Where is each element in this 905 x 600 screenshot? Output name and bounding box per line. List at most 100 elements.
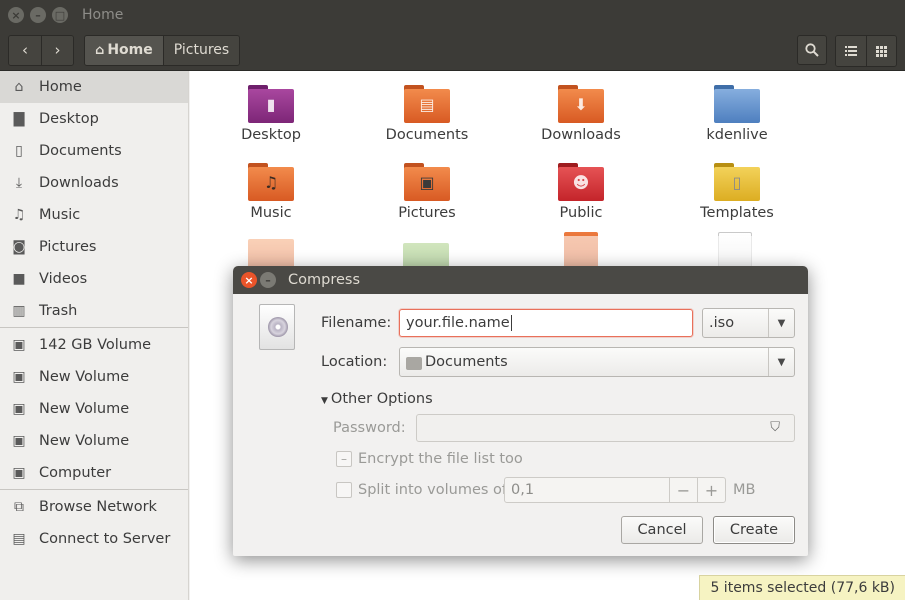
folder-downloads[interactable]: ⬇ Downloads: [521, 85, 641, 143]
folder-templates[interactable]: ▯ Templates: [677, 163, 797, 221]
breadcrumb: ⌂ Home Pictures: [84, 34, 241, 66]
other-options-label: Other Options: [330, 391, 433, 407]
camera-icon: ◙: [12, 239, 26, 255]
toolbar: ‹ › ⌂ Home Pictures: [0, 30, 905, 71]
password-label: Password:: [333, 420, 406, 436]
minus-button[interactable]: −: [669, 478, 697, 502]
split-size-value: 0,1: [511, 482, 535, 498]
folder-public[interactable]: ☻ Public: [521, 163, 641, 221]
sidebar-item-pictures[interactable]: ◙ Pictures: [0, 231, 188, 263]
home-icon: ⌂: [95, 42, 105, 58]
sidebar-item-home[interactable]: ⌂ Home: [0, 71, 188, 103]
desktop-icon: ▇: [13, 111, 25, 127]
split-unit-label: MB: [733, 482, 756, 498]
folder-pictures[interactable]: ▣ Pictures: [367, 163, 487, 221]
sidebar-item-browse-network[interactable]: ⧉ Browse Network: [0, 491, 188, 523]
download-icon: ⤓: [15, 175, 23, 191]
sidebar-item-label: New Volume: [39, 401, 130, 417]
folder-label: Templates: [700, 205, 774, 221]
breadcrumb-home[interactable]: ⌂ Home: [85, 35, 163, 65]
folder-icon: ▯: [714, 163, 760, 201]
folder-icon: ▤: [404, 85, 450, 123]
navigation-buttons: ‹ ›: [8, 34, 74, 66]
sidebar-item-documents[interactable]: ▯ Documents: [0, 135, 188, 167]
chevron-down-icon: ▼: [768, 309, 794, 337]
server-icon: ▤: [12, 531, 26, 547]
folder-music[interactable]: ♫ Music: [211, 163, 331, 221]
folder-label: Desktop: [241, 127, 301, 143]
sidebar-item-142gb-volume[interactable]: ▣ 142 GB Volume: [0, 329, 188, 361]
filename-label: Filename:: [321, 315, 392, 331]
back-button[interactable]: ‹: [9, 35, 41, 65]
sidebar-item-label: New Volume: [39, 433, 130, 449]
sidebar-item-connect-to-server[interactable]: ▤ Connect to Server: [0, 523, 188, 555]
folder-icon: ⬇: [558, 85, 604, 123]
drive-icon: ▣: [12, 369, 26, 385]
folder-label: Downloads: [541, 127, 621, 143]
chevron-down-icon: ▼: [768, 348, 794, 376]
network-icon: ⧉: [14, 499, 24, 515]
breadcrumb-pictures[interactable]: Pictures: [162, 35, 240, 65]
encrypt-checkbox[interactable]: –: [336, 451, 352, 467]
plus-button[interactable]: +: [697, 478, 725, 502]
window-titlebar: × – □ Home: [0, 0, 905, 30]
forward-button[interactable]: ›: [41, 35, 73, 65]
dialog-close-button[interactable]: ×: [241, 272, 257, 288]
folder-desktop[interactable]: ▮ Desktop: [211, 85, 331, 143]
folder-icon: ☻: [558, 163, 604, 201]
split-size-stepper[interactable]: 0,1 − +: [504, 477, 726, 503]
shield-icon: ⛉: [770, 420, 780, 435]
trash-icon: ▥: [12, 303, 26, 319]
split-checkbox[interactable]: [336, 482, 352, 498]
close-window-button[interactable]: ×: [8, 7, 24, 23]
minimize-window-button[interactable]: –: [30, 7, 46, 23]
location-value: Documents: [425, 354, 508, 370]
other-options-expander[interactable]: ▼ Other Options: [321, 391, 433, 407]
drive-icon: ▣: [12, 337, 26, 353]
folder-kdenlive[interactable]: kdenlive: [677, 85, 797, 143]
folder-documents[interactable]: ▤ Documents: [367, 85, 487, 143]
toolbar-right: [797, 35, 897, 67]
sidebar-item-new-volume-2[interactable]: ▣ New Volume: [0, 393, 188, 425]
encrypt-label: Encrypt the file list too: [358, 451, 523, 467]
location-select[interactable]: Documents ▼: [399, 347, 795, 377]
chevron-right-icon: ›: [54, 41, 61, 59]
dialog-titlebar: × – Compress: [233, 266, 808, 294]
filename-input[interactable]: your.file.name: [399, 309, 693, 337]
dialog-title: Compress: [288, 272, 360, 288]
password-input[interactable]: ⛉: [416, 414, 795, 442]
search-button[interactable]: [797, 35, 827, 65]
view-toggle: [835, 35, 897, 67]
sidebar-item-new-volume-1[interactable]: ▣ New Volume: [0, 361, 188, 393]
filename-value: your.file.name: [406, 315, 510, 331]
list-icon: [845, 46, 857, 56]
cancel-button[interactable]: Cancel: [621, 516, 703, 544]
sidebar-item-label: Trash: [39, 303, 78, 319]
dash-icon: –: [341, 452, 347, 466]
breadcrumb-pictures-label: Pictures: [173, 42, 230, 58]
create-button[interactable]: Create: [713, 516, 795, 544]
list-view-button[interactable]: [836, 36, 866, 66]
extension-select[interactable]: .iso ▼: [702, 308, 795, 338]
window-title: Home: [82, 7, 124, 23]
sidebar-item-trash[interactable]: ▥ Trash: [0, 295, 188, 327]
music-icon: ♫: [12, 207, 26, 223]
drive-icon: ▣: [12, 465, 26, 481]
sidebar-item-label: Videos: [39, 271, 88, 287]
selection-status: 5 items selected (77,6 kB): [699, 575, 905, 600]
sidebar-item-computer[interactable]: ▣ Computer: [0, 457, 188, 489]
location-label: Location:: [321, 354, 388, 370]
sidebar-item-videos[interactable]: ■ Videos: [0, 263, 188, 295]
folder-icon: ♫: [248, 163, 294, 201]
drive-icon: ▣: [12, 401, 26, 417]
folder-icon: [714, 85, 760, 123]
sidebar-item-new-volume-3[interactable]: ▣ New Volume: [0, 425, 188, 457]
folder-icon: ▮: [248, 85, 294, 123]
sidebar-item-label: Downloads: [39, 175, 119, 191]
sidebar-item-desktop[interactable]: ▇ Desktop: [0, 103, 188, 135]
grid-view-button[interactable]: [866, 36, 896, 66]
dialog-minimize-button[interactable]: –: [260, 272, 276, 288]
sidebar-item-downloads[interactable]: ⤓ Downloads: [0, 167, 188, 199]
maximize-window-button[interactable]: □: [52, 7, 68, 23]
sidebar-item-music[interactable]: ♫ Music: [0, 199, 188, 231]
